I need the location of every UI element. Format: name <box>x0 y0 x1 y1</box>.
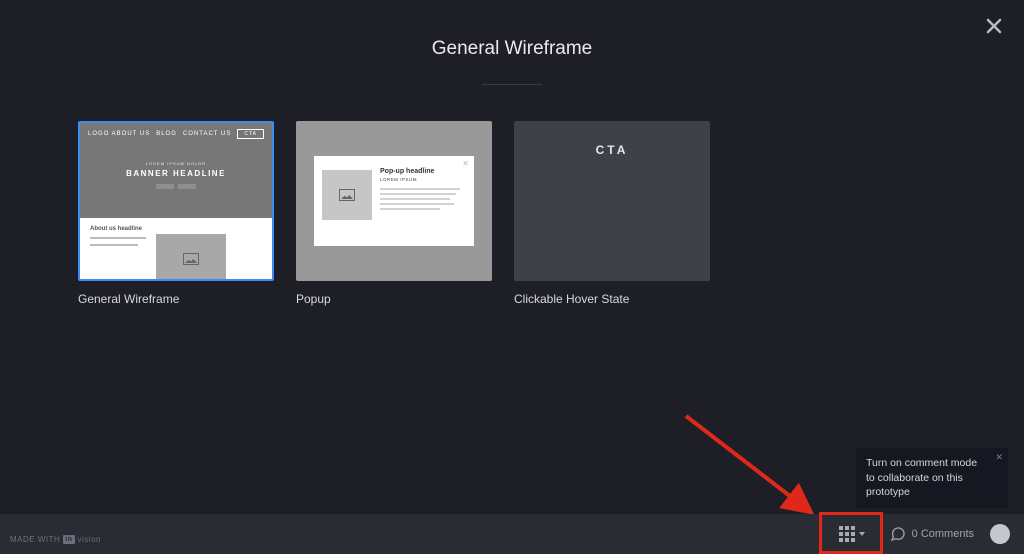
comment-icon <box>890 526 906 542</box>
close-icon <box>986 18 1002 34</box>
made-with-badge[interactable]: MADE WITH in vision <box>10 535 101 544</box>
header: General Wireframe <box>0 0 1024 85</box>
bottom-bar: MADE WITH in vision 0 Comments <box>0 514 1024 554</box>
close-button[interactable] <box>986 18 1002 34</box>
image-placeholder-icon <box>322 170 372 220</box>
screen-card-cta: CTA Clickable Hover State <box>514 121 710 306</box>
screen-thumb-popup[interactable]: ✕ Pop-up headline LOREM IPSUM <box>296 121 492 281</box>
thumb-close-icon: ✕ <box>462 159 469 168</box>
comments-count: 0 Comments <box>912 528 974 540</box>
comment-tooltip: ✕ Turn on comment mode to collaborate on… <box>856 448 1008 508</box>
tooltip-close-button[interactable]: ✕ <box>995 451 1003 464</box>
chevron-down-icon <box>859 532 865 536</box>
screen-thumb-cta[interactable]: CTA <box>514 121 710 281</box>
screen-label: Popup <box>296 292 492 306</box>
screen-label: General Wireframe <box>78 292 274 306</box>
screen-card-general-wireframe: LOGO ABOUT US BLOG CONTACT US CTA LOREM … <box>78 121 274 306</box>
page-title: General Wireframe <box>0 38 1024 60</box>
thumb-logo: LOGO <box>88 131 109 137</box>
image-placeholder-icon <box>156 234 226 281</box>
tooltip-text: Turn on comment mode to collaborate on t… <box>866 457 977 498</box>
grid-icon <box>839 526 855 542</box>
screen-thumb-general-wireframe[interactable]: LOGO ABOUT US BLOG CONTACT US CTA LOREM … <box>78 121 274 281</box>
screen-gallery: LOGO ABOUT US BLOG CONTACT US CTA LOREM … <box>0 85 1024 306</box>
grid-view-button[interactable] <box>823 514 881 554</box>
screen-label: Clickable Hover State <box>514 292 710 306</box>
comments-button[interactable]: 0 Comments <box>881 514 986 554</box>
screen-card-popup: ✕ Pop-up headline LOREM IPSUM Popup <box>296 121 492 306</box>
user-avatar[interactable] <box>990 524 1010 544</box>
